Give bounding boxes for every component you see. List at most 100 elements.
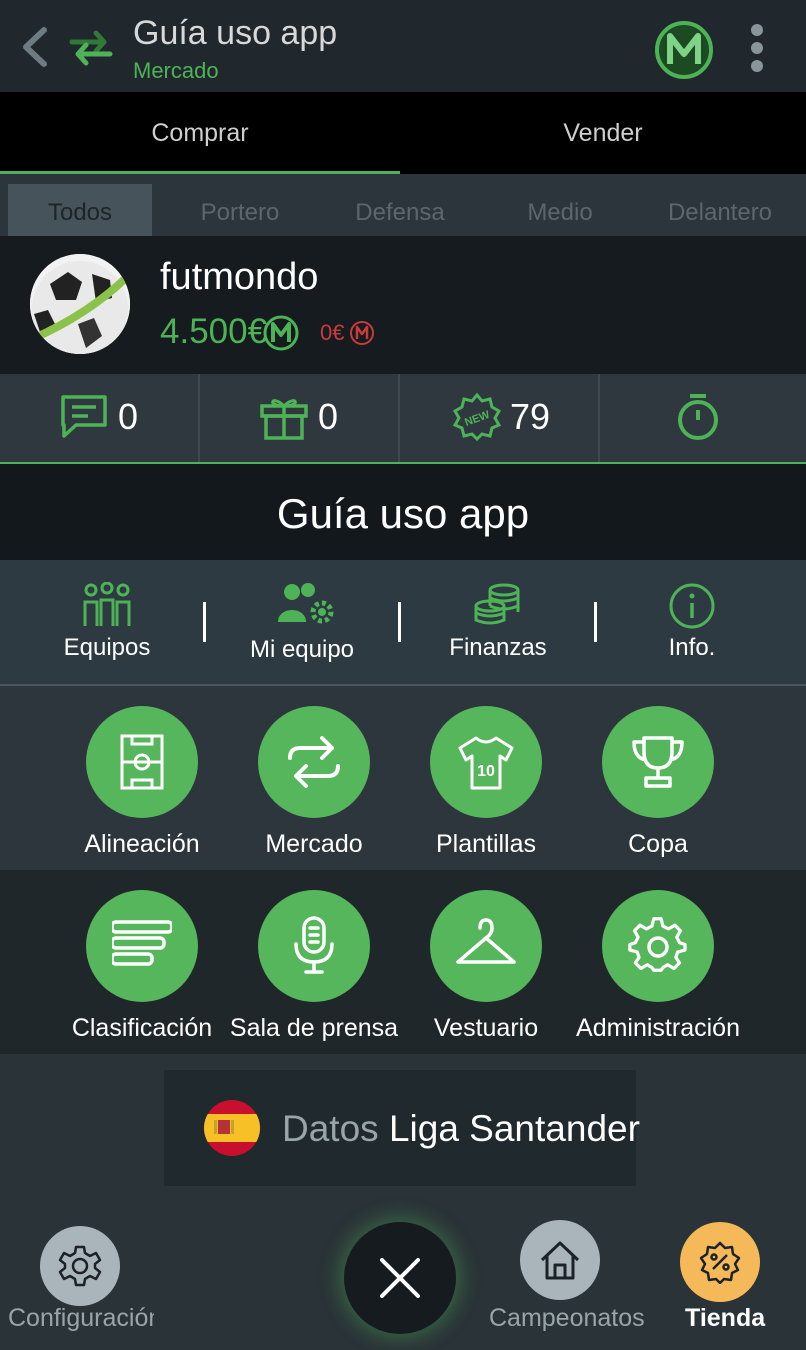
position-filters: Todos Portero Defensa Medio Delantero (0, 174, 806, 236)
nav-configuration-circle (40, 1226, 120, 1306)
close-icon (380, 1258, 420, 1298)
avatar[interactable] (30, 254, 130, 354)
divider (203, 602, 206, 642)
menu-lineup-circle (86, 706, 198, 818)
stopwatch-icon (678, 394, 718, 440)
menu-press-room-circle (258, 890, 370, 1002)
spain-flag-icon (204, 1100, 260, 1156)
stats-bar: 0 0 NEW 79 (0, 374, 806, 464)
menu-standings-label: Clasificación (71, 1014, 213, 1042)
filter-goalkeeper[interactable]: Portero (168, 184, 312, 236)
menu-row-1: Alineación Mercado 10 Plantillas Copa (0, 686, 806, 870)
standings-bars-icon (112, 920, 172, 966)
menu-press-room-label: Sala de prensa (229, 1014, 399, 1042)
close-button[interactable] (344, 1222, 456, 1334)
discount-badge-icon (699, 1241, 741, 1284)
info-icon (669, 583, 715, 629)
messages-stat[interactable]: 0 (0, 374, 200, 462)
menu-locker-room-circle (430, 890, 542, 1002)
quick-nav: Equipos Mi equipo Finanzas Info. (0, 560, 806, 686)
league-data-prefix: Datos (282, 1108, 379, 1149)
gear-icon (628, 917, 687, 972)
home-icon (540, 1241, 580, 1280)
tab-sell[interactable]: Vender (400, 92, 806, 174)
menu-administration[interactable]: Administración (572, 870, 744, 1054)
nav-configuration-label: Configuración (8, 1304, 154, 1332)
menu-squads[interactable]: 10 Plantillas (400, 686, 572, 870)
menu-cup-circle (602, 706, 714, 818)
menu-lineup-label: Alineación (84, 830, 200, 858)
nav-championships-circle (520, 1220, 600, 1300)
menu-press-room[interactable]: Sala de prensa (228, 870, 400, 1054)
menu-standings[interactable]: Clasificación (56, 870, 228, 1054)
divider (594, 602, 597, 642)
quick-info[interactable]: Info. (602, 560, 782, 684)
futmondo-logo-icon[interactable] (654, 20, 714, 80)
news-stat[interactable]: NEW 79 (400, 374, 600, 462)
menu-market[interactable]: Mercado (228, 686, 400, 870)
tab-buy[interactable]: Comprar (0, 92, 400, 174)
section-title: Guía uso app (0, 464, 806, 560)
messages-count: 0 (118, 396, 139, 437)
market-tabs: Comprar Vender (0, 92, 806, 174)
filter-midfielder[interactable]: Medio (488, 184, 632, 236)
settings-gear-icon (58, 1245, 102, 1287)
more-options-icon[interactable] (745, 22, 769, 74)
quick-teams[interactable]: Equipos (17, 560, 197, 684)
menu-cup-label: Copa (628, 830, 688, 858)
hanger-icon (456, 918, 516, 964)
swap-arrows-icon (288, 736, 340, 788)
league-data-button[interactable]: Datos Liga Santander (164, 1070, 640, 1186)
back-arrow-icon[interactable] (18, 24, 52, 70)
menu-squads-label: Plantillas (435, 830, 537, 858)
divider (398, 602, 401, 642)
coin-icon (263, 315, 299, 351)
profile-card: futmondo 4.500€ 0€ (0, 236, 806, 374)
coins-stack-icon (474, 583, 520, 625)
user-debt: 0€ (320, 320, 345, 345)
quick-finances[interactable]: Finanzas (408, 560, 588, 684)
user-name: futmondo (160, 256, 319, 298)
menu-administration-label: Administración (576, 1014, 740, 1042)
filter-defender[interactable]: Defensa (328, 184, 472, 236)
menu-squads-circle: 10 (430, 706, 542, 818)
menu-market-label: Mercado (265, 830, 363, 858)
gifts-stat[interactable]: 0 (200, 374, 400, 462)
menu-lineup[interactable]: Alineación (56, 686, 228, 870)
menu-locker-room[interactable]: Vestuario (400, 870, 572, 1054)
menu-market-circle (258, 706, 370, 818)
nav-shop-label: Tienda (685, 1304, 766, 1332)
filter-all[interactable]: Todos (8, 184, 152, 236)
new-badge-icon: NEW (452, 392, 502, 442)
timer-stat[interactable] (600, 374, 806, 462)
teams-icon (83, 582, 131, 626)
team-settings-icon (278, 583, 334, 624)
microphone-icon (294, 916, 334, 974)
svg-text:NEW: NEW (463, 409, 492, 429)
nav-shop-circle (680, 1222, 760, 1302)
quick-finances-label: Finanzas (449, 634, 547, 661)
chat-icon (61, 395, 107, 438)
quick-info-label: Info. (668, 634, 716, 661)
header-title: Guía uso app (133, 14, 338, 52)
app-header: Guía uso app Mercado (0, 0, 806, 92)
menu-locker-room-label: Vestuario (433, 1014, 539, 1042)
filter-forward[interactable]: Delantero (648, 184, 792, 236)
header-subtitle: Mercado (133, 58, 219, 83)
user-balance: 4.500€ (160, 312, 268, 351)
menu-row-2: Clasificación Sala de prensa Vestuario A… (0, 870, 806, 1054)
quick-my-team-label: Mi equipo (249, 636, 355, 663)
gift-icon (260, 399, 308, 440)
quick-teams-label: Equipos (63, 634, 151, 661)
svg-text:10: 10 (477, 763, 495, 780)
market-swap-icon (69, 30, 113, 66)
menu-cup[interactable]: Copa (572, 686, 744, 870)
menu-administration-circle (602, 890, 714, 1002)
pitch-icon (120, 734, 164, 790)
quick-my-team[interactable]: Mi equipo (212, 560, 392, 684)
trophy-icon (632, 736, 684, 788)
news-count: 79 (510, 396, 551, 437)
nav-championships-label: Campeonatos (489, 1304, 645, 1332)
league-data-label: Datos Liga Santander (282, 1108, 640, 1150)
league-name: Liga Santander (388, 1108, 640, 1149)
